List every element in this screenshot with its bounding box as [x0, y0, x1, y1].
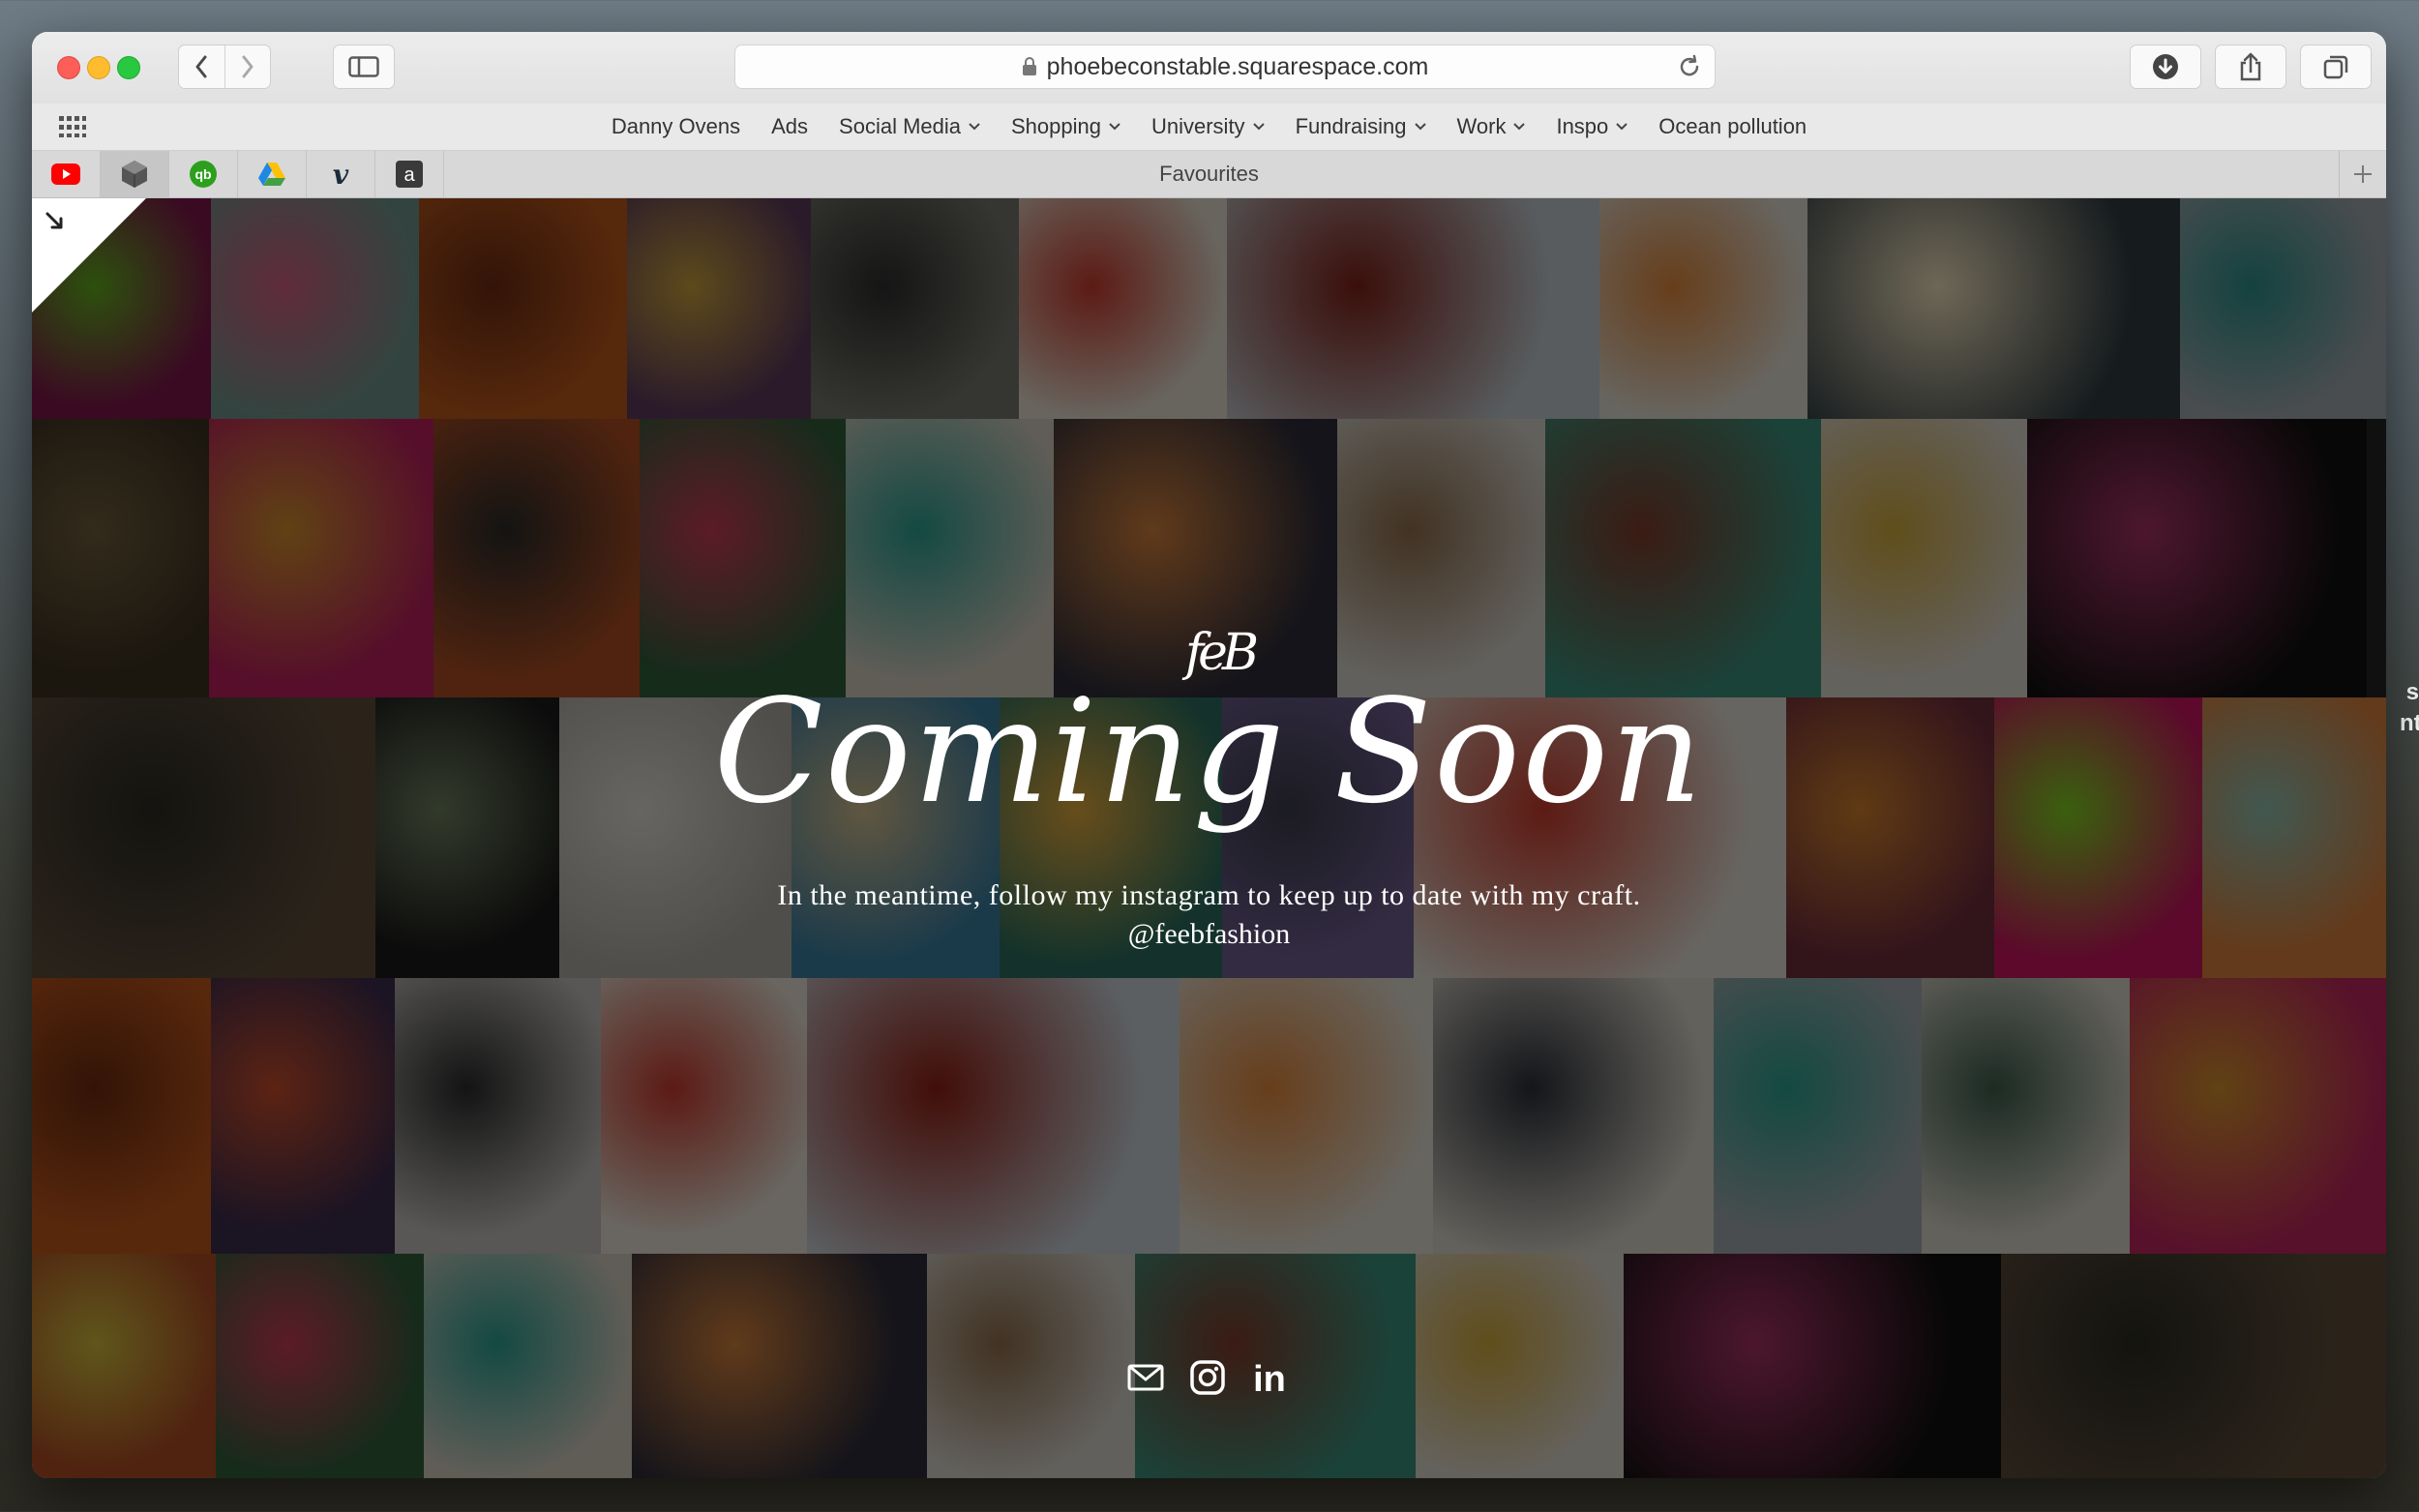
- svg-text:in: in: [1253, 1360, 1286, 1395]
- favourite-quickbooks[interactable]: qb: [169, 151, 238, 197]
- bookmark-label: Ocean pollution: [1658, 114, 1807, 138]
- email-icon: [1127, 1364, 1164, 1391]
- linkedin-icon: in: [1253, 1360, 1286, 1395]
- bookmark-item[interactable]: University: [1136, 114, 1280, 139]
- favourites-tab-bar: Favourites qb v a: [32, 151, 2386, 198]
- back-button[interactable]: [179, 45, 224, 88]
- favourite-google-drive[interactable]: [238, 151, 307, 197]
- url-text: phoebeconstable.squarespace.com: [1046, 52, 1429, 80]
- bookmark-item[interactable]: Work: [1442, 114, 1541, 139]
- chevron-down-icon: [1513, 123, 1526, 131]
- bookmark-label: Social Media: [839, 114, 961, 138]
- coming-soon-hero: feB Coming Soon In the meantime, follow …: [32, 198, 2386, 1478]
- forward-button[interactable]: [224, 45, 271, 88]
- chevron-right-icon: [242, 55, 254, 78]
- youtube-icon: [51, 163, 80, 185]
- bookmark-label: Fundraising: [1295, 114, 1407, 138]
- instagram-icon: [1190, 1360, 1225, 1395]
- instagram-link[interactable]: [1189, 1359, 1226, 1396]
- share-button[interactable]: [2215, 44, 2286, 89]
- instagram-handle[interactable]: @feebfashion: [32, 918, 2386, 951]
- minimize-window-button[interactable]: [87, 56, 110, 79]
- bookmark-label: Work: [1456, 114, 1507, 138]
- favourite-icons: qb v a: [32, 151, 444, 197]
- bookmark-label: Shopping: [1011, 114, 1101, 138]
- tab-overview-button[interactable]: [2300, 44, 2372, 89]
- email-link[interactable]: [1127, 1359, 1164, 1396]
- favourite-a[interactable]: a: [375, 151, 444, 197]
- svg-text:qb: qb: [194, 166, 211, 182]
- bookmark-label: Inspo: [1556, 114, 1609, 138]
- bookmark-label: Danny Ovens: [611, 114, 741, 138]
- page-content: feB Coming Soon In the meantime, follow …: [32, 198, 2386, 1478]
- downloads-button[interactable]: [2130, 44, 2201, 89]
- favourite-cube[interactable]: [101, 151, 169, 197]
- chevron-down-icon: [1616, 123, 1628, 131]
- chevron-down-icon: [969, 123, 980, 131]
- page-subtitle: In the meantime, follow my instagram to …: [777, 879, 1641, 911]
- cube-icon: [122, 161, 147, 188]
- a-icon: a: [396, 161, 423, 188]
- sidebar-toggle-button[interactable]: [333, 44, 395, 89]
- social-links: in: [1127, 1359, 1288, 1396]
- bookmarks-bar: Danny Ovens Ads Social Media Shopping Univer…: [32, 104, 2386, 151]
- download-icon: [2153, 54, 2178, 79]
- share-icon: [2240, 52, 2261, 81]
- desktop-background-text: s nt: [2400, 679, 2419, 736]
- svg-text:v: v: [333, 161, 349, 188]
- page-title: Coming Soon: [713, 668, 1705, 835]
- google-drive-icon: [258, 163, 285, 186]
- favourite-youtube[interactable]: [32, 151, 101, 197]
- chevron-down-icon: [1414, 123, 1426, 131]
- browser-toolbar: phoebeconstable.squarespace.com: [32, 32, 2386, 104]
- tabs-icon: [2323, 55, 2348, 79]
- chevron-down-icon: [1252, 123, 1265, 131]
- linkedin-link[interactable]: in: [1251, 1359, 1288, 1396]
- bookmark-item[interactable]: Ocean pollution: [1643, 114, 1822, 139]
- chevron-left-icon: [195, 55, 207, 78]
- bookmark-label: University: [1150, 114, 1245, 138]
- bookmark-item[interactable]: Fundraising: [1280, 114, 1442, 139]
- svg-text:a: a: [403, 164, 415, 186]
- quickbooks-icon: qb: [190, 161, 217, 188]
- bookmark-item[interactable]: Ads: [756, 114, 823, 139]
- lock-icon: [1022, 57, 1036, 75]
- zoom-window-button[interactable]: [117, 56, 140, 79]
- favourite-vimeo[interactable]: v: [307, 151, 375, 197]
- navigation-buttons: [178, 44, 271, 89]
- browser-window: phoebeconstable.squarespace.com Danny Ov…: [32, 32, 2386, 1478]
- plus-icon: [2354, 165, 2372, 183]
- chevron-down-icon: [1109, 123, 1120, 131]
- bookmark-item[interactable]: Social Media: [823, 114, 996, 139]
- vimeo-icon: v: [333, 161, 349, 188]
- bookmark-item[interactable]: Danny Ovens: [596, 114, 756, 139]
- bookmark-item[interactable]: Inspo: [1540, 114, 1643, 139]
- bookmark-label: Ads: [771, 114, 809, 138]
- reload-icon[interactable]: [1676, 53, 1703, 80]
- address-bar[interactable]: phoebeconstable.squarespace.com: [734, 44, 1716, 89]
- new-tab-button[interactable]: [2339, 151, 2386, 197]
- close-window-button[interactable]: [57, 56, 80, 79]
- bookmark-item[interactable]: Shopping: [996, 114, 1136, 139]
- sidebar-icon: [348, 56, 379, 77]
- bookmark-items: Danny Ovens Ads Social Media Shopping Univer…: [32, 104, 2386, 150]
